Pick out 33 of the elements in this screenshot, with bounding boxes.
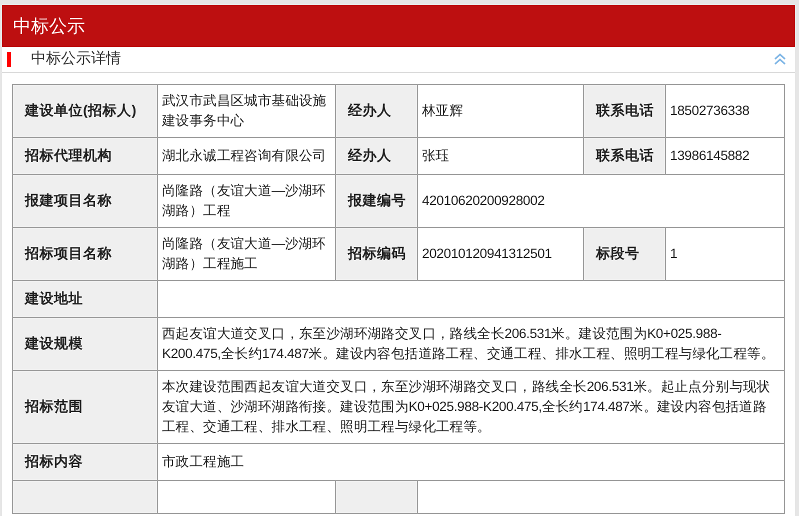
collapse-icon[interactable]	[774, 53, 786, 65]
field-value: 张珏	[422, 148, 450, 163]
field-value: 202010120941312501	[422, 246, 552, 261]
field-value: 尚隆路（友谊大道—沙湖环湖路）工程施工	[162, 236, 326, 271]
field-label: 建设单位(招标人)	[25, 102, 137, 118]
field-label: 建设地址	[25, 290, 83, 306]
field-label: 报建编号	[348, 192, 406, 208]
field-value: 本次建设范围西起友谊大道交叉口，东至沙湖环湖路交叉口，路线全长206.531米。起止点分别与现状友谊大道、沙湖环湖路衔接。建设范围为K0+025.988-K200.475,全长约174.487米。建设内容包括道路工程、交通工程、排水工程、照明工程与绿化工程等。	[162, 379, 770, 434]
field-label: 报建项目名称	[25, 192, 112, 208]
field-value: 林亚辉	[422, 103, 464, 118]
field-value: 18502736338	[670, 103, 750, 118]
section-title: 中标公示详情	[31, 49, 121, 70]
field-label: 联系电话	[596, 102, 654, 118]
field-value: 武汉市武昌区城市基础设施建设事务中心	[162, 93, 326, 128]
field-label: 招标范围	[25, 398, 83, 414]
field-label: 联系电话	[596, 147, 654, 163]
field-label: 招标代理机构	[25, 147, 112, 163]
field-label: 经办人	[348, 147, 392, 163]
field-label: 招标项目名称	[25, 245, 112, 261]
field-value: 西起友谊大道交叉口，东至沙湖环湖路交叉口，路线全长206.531米。建设范围为K0+025.988-K200.475,全长约174.487米。建设内容包括道路工程、交通工程、排水工程、照明工程与绿化工程等。	[162, 326, 774, 361]
field-label: 经办人	[348, 102, 392, 118]
field-label: 招标编码	[348, 245, 406, 261]
field-value: 湖北永诚工程咨询有限公司	[162, 148, 326, 163]
field-label: 招标内容	[25, 453, 83, 469]
field-value: 尚隆路（友谊大道—沙湖环湖路）工程	[162, 183, 326, 218]
section-marker	[7, 52, 11, 67]
field-label: 建设规模	[25, 335, 83, 351]
field-label: 标段号	[596, 245, 640, 261]
field-value: 42010620200928002	[422, 193, 545, 208]
field-value: 13986145882	[670, 148, 750, 163]
field-value: 市政工程施工	[162, 454, 244, 469]
page-title: 中标公示	[13, 14, 85, 38]
field-value: 1	[670, 246, 678, 261]
